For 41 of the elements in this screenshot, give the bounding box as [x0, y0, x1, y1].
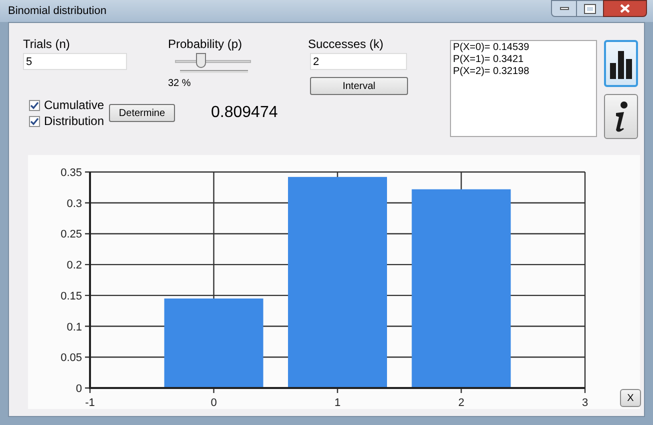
minimize-button[interactable]: [551, 0, 577, 17]
y-tick-label: 0.3: [66, 198, 82, 210]
chart-button[interactable]: [604, 40, 638, 87]
checkbox-label: Distribution: [44, 113, 104, 130]
x-tick-label: -1: [85, 397, 95, 409]
determine-button[interactable]: Determine: [109, 104, 175, 122]
x-tick-label: 0: [210, 397, 217, 409]
probability-reading: 32 %: [168, 77, 192, 91]
bar-chart-icon: [610, 48, 632, 78]
y-tick-label: 0.35: [60, 167, 82, 179]
window-title: Binomial distribution: [8, 4, 106, 19]
y-tick-label: 0.2: [66, 260, 82, 272]
checkbox[interactable]: [29, 116, 40, 126]
successes-label: Successes (k): [308, 36, 384, 52]
output-line: P(X=2)= 0.32198: [453, 66, 530, 78]
output-line: P(X=1)= 0.3421: [453, 54, 525, 66]
y-tick-label: 0.25: [60, 228, 82, 241]
checkbox[interactable]: [29, 100, 40, 110]
close-button[interactable]: X: [620, 389, 641, 407]
probability-label: Probability (p): [168, 36, 244, 52]
trials-field[interactable]: 5: [23, 53, 127, 70]
output-line: P(X=0)= 0.14539: [453, 42, 530, 54]
interval-button[interactable]: Interval: [310, 77, 408, 95]
x-tick-label: 3: [582, 397, 588, 409]
trials-label: Trials (n): [23, 36, 71, 52]
info-button[interactable]: [604, 94, 638, 139]
info-icon: [613, 100, 629, 132]
successes-field[interactable]: 2: [310, 53, 407, 70]
x-tick-label: 1: [334, 397, 341, 409]
checkbox-label: Cumulative: [44, 97, 104, 114]
close-icon: [620, 4, 630, 13]
y-tick-label: 0: [76, 383, 82, 395]
maximize-button[interactable]: [577, 0, 603, 17]
x-tick-label: 2: [458, 397, 464, 409]
y-tick-label: 0.05: [60, 352, 82, 364]
result-value: 0.809474: [211, 104, 278, 122]
output-box[interactable]: P(X=0)= 0.14539 P(X=1)= 0.3421 P(X=2)= 0.32198: [450, 40, 597, 137]
probability-slider[interactable]: [175, 53, 251, 69]
y-tick-label: 0.1: [66, 321, 82, 334]
y-tick-label: 0.15: [60, 290, 82, 302]
close-button[interactable]: [603, 0, 647, 17]
